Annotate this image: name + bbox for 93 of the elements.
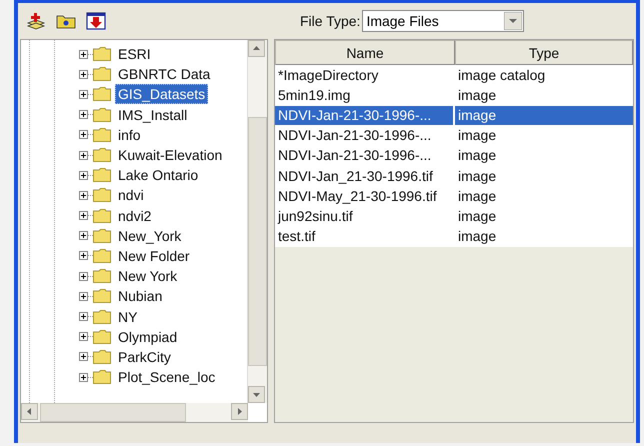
- expand-toggle-icon[interactable]: [79, 292, 88, 301]
- name-cell-text: NDVI-Jan_21-30-1996.tif: [277, 166, 434, 186]
- file-type-label: File Type:: [300, 13, 360, 29]
- scroll-thumb[interactable]: [40, 403, 186, 422]
- file-type-dropdown[interactable]: Image Files: [362, 10, 524, 32]
- folder-item[interactable]: info: [115, 124, 144, 145]
- folder-icon: [93, 289, 111, 304]
- folder-item[interactable]: ndvi: [115, 185, 147, 206]
- name-cell-text: jun92sinu.tif: [276, 206, 354, 226]
- name-cell-text: NDVI-Jan-21-30-1996-...: [277, 146, 432, 166]
- name-cell-text: NDVI-Jan-21-30-1996-...: [277, 126, 432, 146]
- type-cell-text: image: [457, 86, 498, 105]
- vertical-scrollbar[interactable]: [247, 40, 267, 403]
- column-header[interactable]: Name: [275, 40, 455, 65]
- column-header[interactable]: Type: [455, 40, 633, 65]
- folder-icon: [93, 208, 111, 223]
- dropdown-arrow-icon[interactable]: [504, 12, 522, 30]
- expand-toggle-icon[interactable]: [79, 231, 88, 240]
- scroll-right-icon[interactable]: [231, 403, 248, 420]
- file-row[interactable]: 5min19.img image: [275, 85, 633, 106]
- folder-icon: [93, 168, 111, 182]
- download-icon[interactable]: [86, 12, 106, 30]
- expand-toggle-icon[interactable]: [79, 70, 88, 79]
- expand-toggle-icon[interactable]: [79, 372, 88, 382]
- file-row[interactable]: NDVI-Jan-21-30-1996-... image: [275, 126, 633, 146]
- folder-icon: [93, 370, 111, 384]
- name-cell: NDVI-Jan-21-30-1996-...: [275, 106, 455, 125]
- folder-icon: [93, 67, 111, 82]
- folder-item[interactable]: Plot_Scene_loc: [115, 367, 218, 388]
- folder-icon: [93, 330, 111, 344]
- scroll-left-icon[interactable]: [21, 403, 38, 420]
- folder-icon: [93, 228, 111, 243]
- folder-item[interactable]: ParkCity: [115, 346, 174, 367]
- expand-toggle-icon[interactable]: [79, 190, 88, 200]
- expand-toggle-icon[interactable]: [79, 352, 88, 362]
- name-cell-text: *ImageDirectory: [277, 66, 380, 85]
- folder-item[interactable]: IMS_Install: [115, 104, 190, 125]
- folder-icon: [93, 188, 111, 202]
- type-cell-text: image: [457, 186, 498, 206]
- scroll-up-icon[interactable]: [248, 40, 265, 57]
- file-row[interactable]: *ImageDirectory image catalog: [275, 65, 633, 86]
- expand-toggle-icon[interactable]: [79, 110, 88, 120]
- folder-item[interactable]: New_York: [115, 226, 184, 246]
- expand-toggle-icon[interactable]: [79, 50, 88, 59]
- type-cell-text: image: [457, 146, 498, 166]
- folder-icon: [93, 310, 111, 324]
- folder-item[interactable]: Nubian: [115, 286, 166, 306]
- expand-toggle-icon[interactable]: [79, 332, 88, 342]
- folder-icon: [93, 148, 111, 162]
- expand-toggle-icon[interactable]: [79, 272, 88, 281]
- folder-item[interactable]: GIS_Datasets: [115, 84, 208, 104]
- name-cell-text: 5min19.img: [277, 86, 352, 105]
- type-cell-text: image: [457, 166, 498, 186]
- scroll-down-icon[interactable]: [248, 386, 265, 403]
- file-row[interactable]: NDVI-May_21-30-1996.tif image: [275, 186, 633, 206]
- name-cell-text: test.tif: [277, 227, 316, 246]
- folder-icon: [93, 108, 111, 122]
- expand-toggle-icon[interactable]: [79, 312, 88, 322]
- expand-toggle-icon[interactable]: [79, 130, 88, 140]
- folder-item[interactable]: New York: [115, 266, 180, 286]
- type-cell-text: image: [457, 126, 498, 146]
- folder-icon: [93, 269, 111, 284]
- file-row[interactable]: NDVI-Jan-21-30-1996-... image: [275, 146, 633, 166]
- expand-toggle-icon[interactable]: [79, 170, 88, 180]
- type-cell-text: image: [457, 206, 498, 226]
- folder-item[interactable]: GBNRTC Data: [115, 64, 214, 84]
- folder-item[interactable]: NY: [115, 306, 140, 327]
- folder-item[interactable]: ESRI: [115, 44, 154, 64]
- folder-icon: [93, 128, 111, 142]
- expand-toggle-icon[interactable]: [79, 90, 88, 99]
- type-cell-text: image: [457, 227, 498, 246]
- scroll-thumb[interactable]: [248, 117, 267, 366]
- folder-item[interactable]: Kuwait-Elevation: [115, 145, 226, 166]
- type-cell-text: image catalog: [457, 66, 546, 85]
- expand-toggle-icon[interactable]: [79, 251, 88, 260]
- folder-item[interactable]: Lake Ontario: [115, 165, 202, 186]
- file-row[interactable]: jun92sinu.tif image: [275, 206, 633, 226]
- folder-icon: [93, 47, 111, 62]
- horizontal-scrollbar[interactable]: [21, 403, 248, 422]
- folder-icon: [93, 248, 111, 263]
- name-cell-text: NDVI-May_21-30-1996.tif: [277, 186, 438, 206]
- file-row[interactable]: NDVI-Jan_21-30-1996.tif image: [275, 166, 633, 186]
- type-cell: image: [455, 106, 633, 125]
- file-row[interactable]: NDVI-Jan-21-30-1996-... image: [275, 105, 633, 126]
- add-layers-icon[interactable]: [26, 12, 46, 30]
- file-row[interactable]: test.tif image: [275, 226, 633, 247]
- folder-item[interactable]: ndvi2: [115, 206, 154, 226]
- expand-toggle-icon[interactable]: [79, 150, 88, 160]
- folder-item[interactable]: Olympiad: [115, 326, 180, 347]
- folder-icon: [93, 350, 111, 364]
- folder-icon: [93, 87, 111, 102]
- folder-item[interactable]: New Folder: [115, 246, 193, 266]
- expand-toggle-icon[interactable]: [79, 211, 88, 220]
